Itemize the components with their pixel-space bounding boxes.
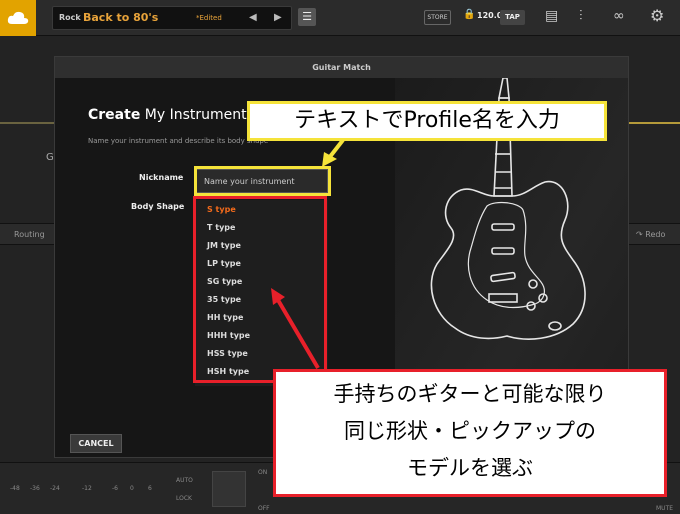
- dialog-subtext: Name your instrument and describe its bo…: [88, 137, 269, 145]
- meter-label: -24: [50, 485, 60, 492]
- gear-icon[interactable]: ⚙: [650, 6, 664, 25]
- top-toolbar: Rock Back to 80's *Edited ◀ ▶ ☰ STORE 🔒 …: [0, 0, 680, 36]
- routing-tab[interactable]: Routing: [0, 223, 54, 245]
- on-label: ON: [258, 469, 268, 476]
- preset-selector[interactable]: Rock Back to 80's *Edited ◀ ▶: [52, 6, 292, 30]
- redo-button[interactable]: ↷ Redo: [628, 223, 680, 245]
- app-window: Rock Back to 80's *Edited ◀ ▶ ☰ STORE 🔒 …: [0, 0, 680, 514]
- meter-label: -6: [112, 485, 118, 492]
- body-shape-callout: 手持ちのギターと可能な限り 同じ形状・ピックアップの モデルを選ぶ: [273, 369, 667, 497]
- preset-next-button[interactable]: ▶: [274, 12, 282, 23]
- callout-line: 同じ形状・ピックアップの: [344, 419, 596, 443]
- heading-bold: Create: [88, 107, 141, 123]
- nickname-callout: テキストでProfile名を入力: [247, 101, 607, 141]
- heading-rest: My Instrument: [144, 107, 247, 123]
- meter-label: -12: [82, 485, 92, 492]
- meter-label: -48: [10, 485, 20, 492]
- cancel-button[interactable]: CANCEL: [70, 434, 122, 453]
- preset-name: Back to 80's: [83, 11, 159, 24]
- tap-button[interactable]: TAP: [500, 10, 525, 25]
- dialog-heading: Create My Instrument: [88, 107, 247, 123]
- redo-icon: ↷: [636, 230, 646, 239]
- preset-prev-button[interactable]: ◀: [249, 12, 257, 23]
- mute-label[interactable]: MUTE: [656, 505, 673, 512]
- preset-category: Rock: [59, 13, 81, 22]
- meter-label: 6: [148, 485, 152, 492]
- cloud-logo-icon[interactable]: [0, 0, 36, 36]
- guitar-thumbnail-icon[interactable]: [212, 471, 246, 507]
- loop-icon[interactable]: ∞: [613, 8, 625, 24]
- menu-icon[interactable]: ☰: [298, 8, 316, 26]
- presets-icon[interactable]: ▤: [545, 8, 558, 24]
- callout-line: 手持ちのギターと可能な限り: [333, 382, 607, 406]
- callout-line: モデルを選ぶ: [407, 456, 533, 480]
- dialog-title: Guitar Match: [55, 57, 628, 78]
- lock-button[interactable]: LOCK: [176, 495, 192, 502]
- off-label: OFF: [258, 505, 270, 512]
- body-shape-highlight-box: [193, 196, 327, 383]
- body-shape-label: Body Shape: [131, 202, 185, 211]
- tuner-icon[interactable]: ⫶: [579, 8, 583, 24]
- preset-edited-status: *Edited: [196, 14, 222, 22]
- redo-label: Redo: [645, 230, 666, 239]
- tempo-value[interactable]: 120.0: [477, 11, 502, 20]
- background-label-fragment: G: [46, 152, 54, 163]
- nickname-highlight-box: [194, 166, 331, 196]
- lock-icon[interactable]: 🔒: [463, 9, 475, 20]
- meter-label: 0: [130, 485, 134, 492]
- nickname-label: Nickname: [139, 173, 184, 182]
- store-button[interactable]: STORE: [424, 10, 451, 25]
- meter-label: -36: [30, 485, 40, 492]
- auto-button[interactable]: AUTO: [176, 477, 193, 484]
